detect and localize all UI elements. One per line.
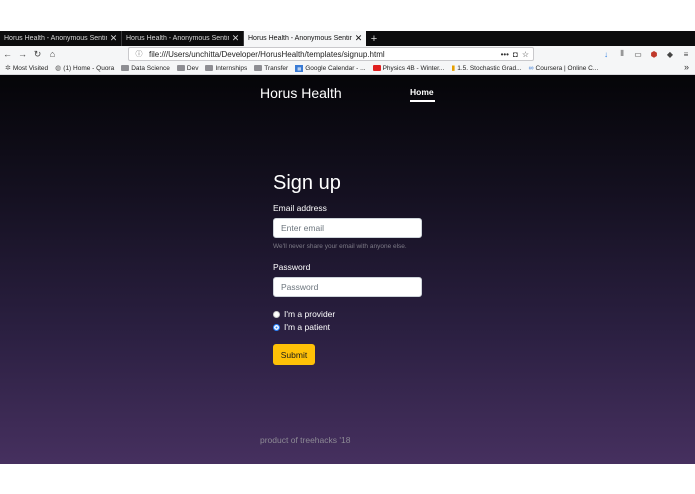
- tab-title: Horus Health - Anonymous Sentime: [126, 35, 229, 42]
- site-brand[interactable]: Horus Health: [260, 85, 342, 101]
- close-icon[interactable]: ✕: [231, 34, 240, 43]
- screen-margin-top: [0, 0, 695, 31]
- bookmarks-bar: ✲ Most Visited ◍ (1) Home - Quora Data Sci…: [0, 62, 695, 75]
- sidebar-icon[interactable]: ▭: [630, 50, 646, 59]
- email-help-text: We'll never share your email with anyone…: [273, 243, 407, 250]
- browser-tab-3-active[interactable]: Horus Health - Anonymous Sentime ✕: [244, 31, 366, 46]
- bookmark-item[interactable]: ∞ Coursera | Online C...: [529, 65, 599, 72]
- new-tab-button[interactable]: +: [366, 31, 382, 46]
- extension-icon[interactable]: ◆: [662, 50, 678, 59]
- folder-icon: [121, 65, 130, 71]
- url-bar[interactable]: ⓘ file:///Users/unchitta/Developer/Horus…: [128, 47, 534, 61]
- provider-radio-label: I'm a provider: [284, 309, 336, 319]
- email-label: Email address: [273, 203, 327, 213]
- home-icon[interactable]: ⌂: [45, 46, 60, 62]
- more-bookmarks-icon[interactable]: »: [684, 62, 689, 72]
- bookmark-item[interactable]: ✲ Most Visited: [5, 64, 48, 73]
- bookmark-item[interactable]: Internships: [205, 65, 247, 72]
- gear-icon: ✲: [5, 65, 11, 72]
- menu-icon[interactable]: ≡: [678, 50, 694, 59]
- patient-radio-label: I'm a patient: [284, 322, 331, 332]
- submit-button[interactable]: Submit: [273, 344, 315, 365]
- coursera-icon: ∞: [528, 64, 534, 72]
- page-content: Horus Health Home Sign up Email address …: [0, 75, 695, 464]
- url-text: file:///Users/unchitta/Developer/HorusHe…: [149, 49, 385, 59]
- tab-strip: Horus Health - Anonymous Sentime ✕ Horus…: [0, 31, 695, 46]
- tab-title: Horus Health - Anonymous Sentime: [248, 35, 352, 42]
- info-icon[interactable]: ⓘ: [133, 49, 145, 59]
- nav-home-link[interactable]: Home: [410, 87, 434, 97]
- bookmark-item[interactable]: ◍ (1) Home - Quora: [55, 64, 114, 73]
- screen-margin-bottom: [0, 464, 695, 494]
- forward-arrow-icon[interactable]: →: [15, 46, 30, 62]
- youtube-icon: [372, 65, 381, 71]
- bookmark-item[interactable]: Physics 4B - Winter...: [372, 65, 444, 72]
- globe-icon: ◍: [55, 65, 62, 72]
- signup-heading-wrap: Sign up: [273, 172, 423, 195]
- password-label: Password: [273, 262, 311, 272]
- bookmark-item[interactable]: Transfer: [254, 65, 288, 72]
- bookmark-star-icon[interactable]: ☆: [522, 50, 529, 59]
- browser-toolbar: ← → ↻ ⌂ ⓘ file:///Users/unchitta/Develop…: [0, 46, 695, 62]
- more-actions-icon[interactable]: •••: [501, 50, 509, 59]
- download-icon[interactable]: ↓: [598, 50, 614, 59]
- provider-radio[interactable]: [273, 310, 280, 318]
- radio-patient-row[interactable]: I'm a patient: [273, 322, 330, 332]
- nav-active-indicator: [410, 100, 435, 102]
- bookmark-item[interactable]: Data Science: [121, 65, 170, 72]
- footer-text: product of treehacks '18: [260, 435, 351, 445]
- bars-icon: ▮: [451, 65, 456, 72]
- close-icon[interactable]: ✕: [354, 34, 363, 43]
- patient-radio[interactable]: [273, 323, 280, 331]
- library-icon[interactable]: ⫴: [614, 49, 630, 59]
- close-icon[interactable]: ✕: [109, 34, 118, 43]
- folder-icon: [205, 65, 214, 71]
- reload-icon[interactable]: ↻: [30, 46, 45, 62]
- folder-icon: [254, 65, 263, 71]
- password-field[interactable]: [273, 277, 422, 297]
- back-arrow-icon[interactable]: ←: [0, 46, 15, 62]
- folder-icon: [176, 65, 185, 71]
- bookmark-item[interactable]: ▦ Google Calendar - ...: [295, 64, 366, 72]
- bookmark-item[interactable]: ▮ 1.5. Stochastic Grad...: [451, 64, 521, 73]
- shield-icon[interactable]: ⬢: [646, 50, 662, 59]
- tab-title: Horus Health - Anonymous Sentime: [4, 35, 107, 42]
- email-field[interactable]: [273, 218, 422, 238]
- browser-tab-1[interactable]: Horus Health - Anonymous Sentime ✕: [0, 31, 122, 46]
- calendar-icon: ▦: [295, 64, 304, 72]
- bookmark-item[interactable]: Dev: [176, 65, 198, 72]
- page-title: Sign up: [273, 172, 341, 194]
- browser-tab-2[interactable]: Horus Health - Anonymous Sentime ✕: [122, 31, 244, 46]
- radio-provider-row[interactable]: I'm a provider: [273, 309, 335, 319]
- toolbar-right-icons: ↓ ⫴ ▭ ⬢ ◆ ≡: [598, 46, 694, 62]
- pocket-icon[interactable]: ◘: [513, 50, 518, 59]
